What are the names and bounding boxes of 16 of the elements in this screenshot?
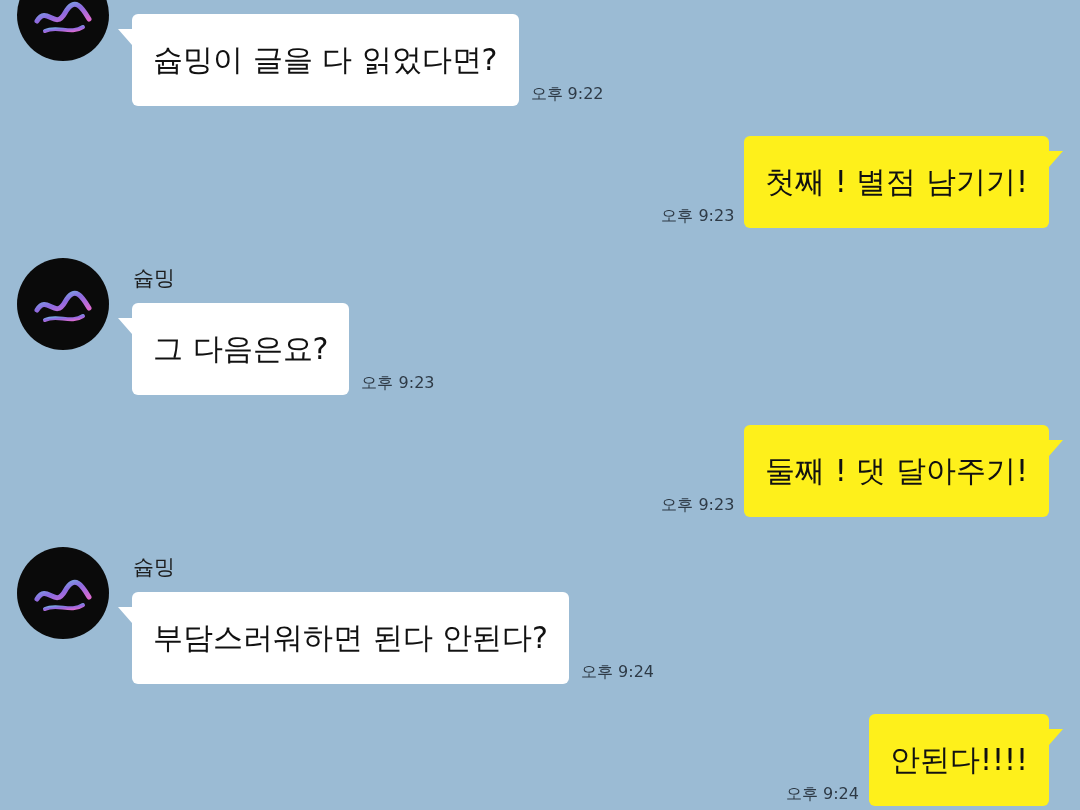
message-text: 둘째 ! 댓 달아주기! xyxy=(765,452,1028,490)
message-time: 오후 9:22 xyxy=(530,84,604,103)
message-time: 오후 9:24 xyxy=(581,662,654,681)
message-text: 안된다!!!! xyxy=(889,741,1028,779)
message-time: 오후 9:23 xyxy=(661,495,735,514)
message-text: 첫째 ! 별점 남기기! xyxy=(765,163,1028,201)
sender-name: 슙밍 xyxy=(133,554,175,581)
message-text: 그 다음은요? xyxy=(153,330,329,368)
sender-name: 슙밍 xyxy=(133,265,175,292)
message-time: 오후 9:23 xyxy=(361,373,435,392)
message-time: 오후 9:24 xyxy=(785,784,859,803)
avatar-icon[interactable] xyxy=(17,547,109,639)
message-text: 슙밍이 글을 다 읽었다면? xyxy=(153,41,498,79)
avatar-icon[interactable] xyxy=(17,258,109,350)
message-time: 오후 9:23 xyxy=(661,206,735,225)
message-text: 부담스러워하면 된다 안된다? xyxy=(153,619,548,657)
